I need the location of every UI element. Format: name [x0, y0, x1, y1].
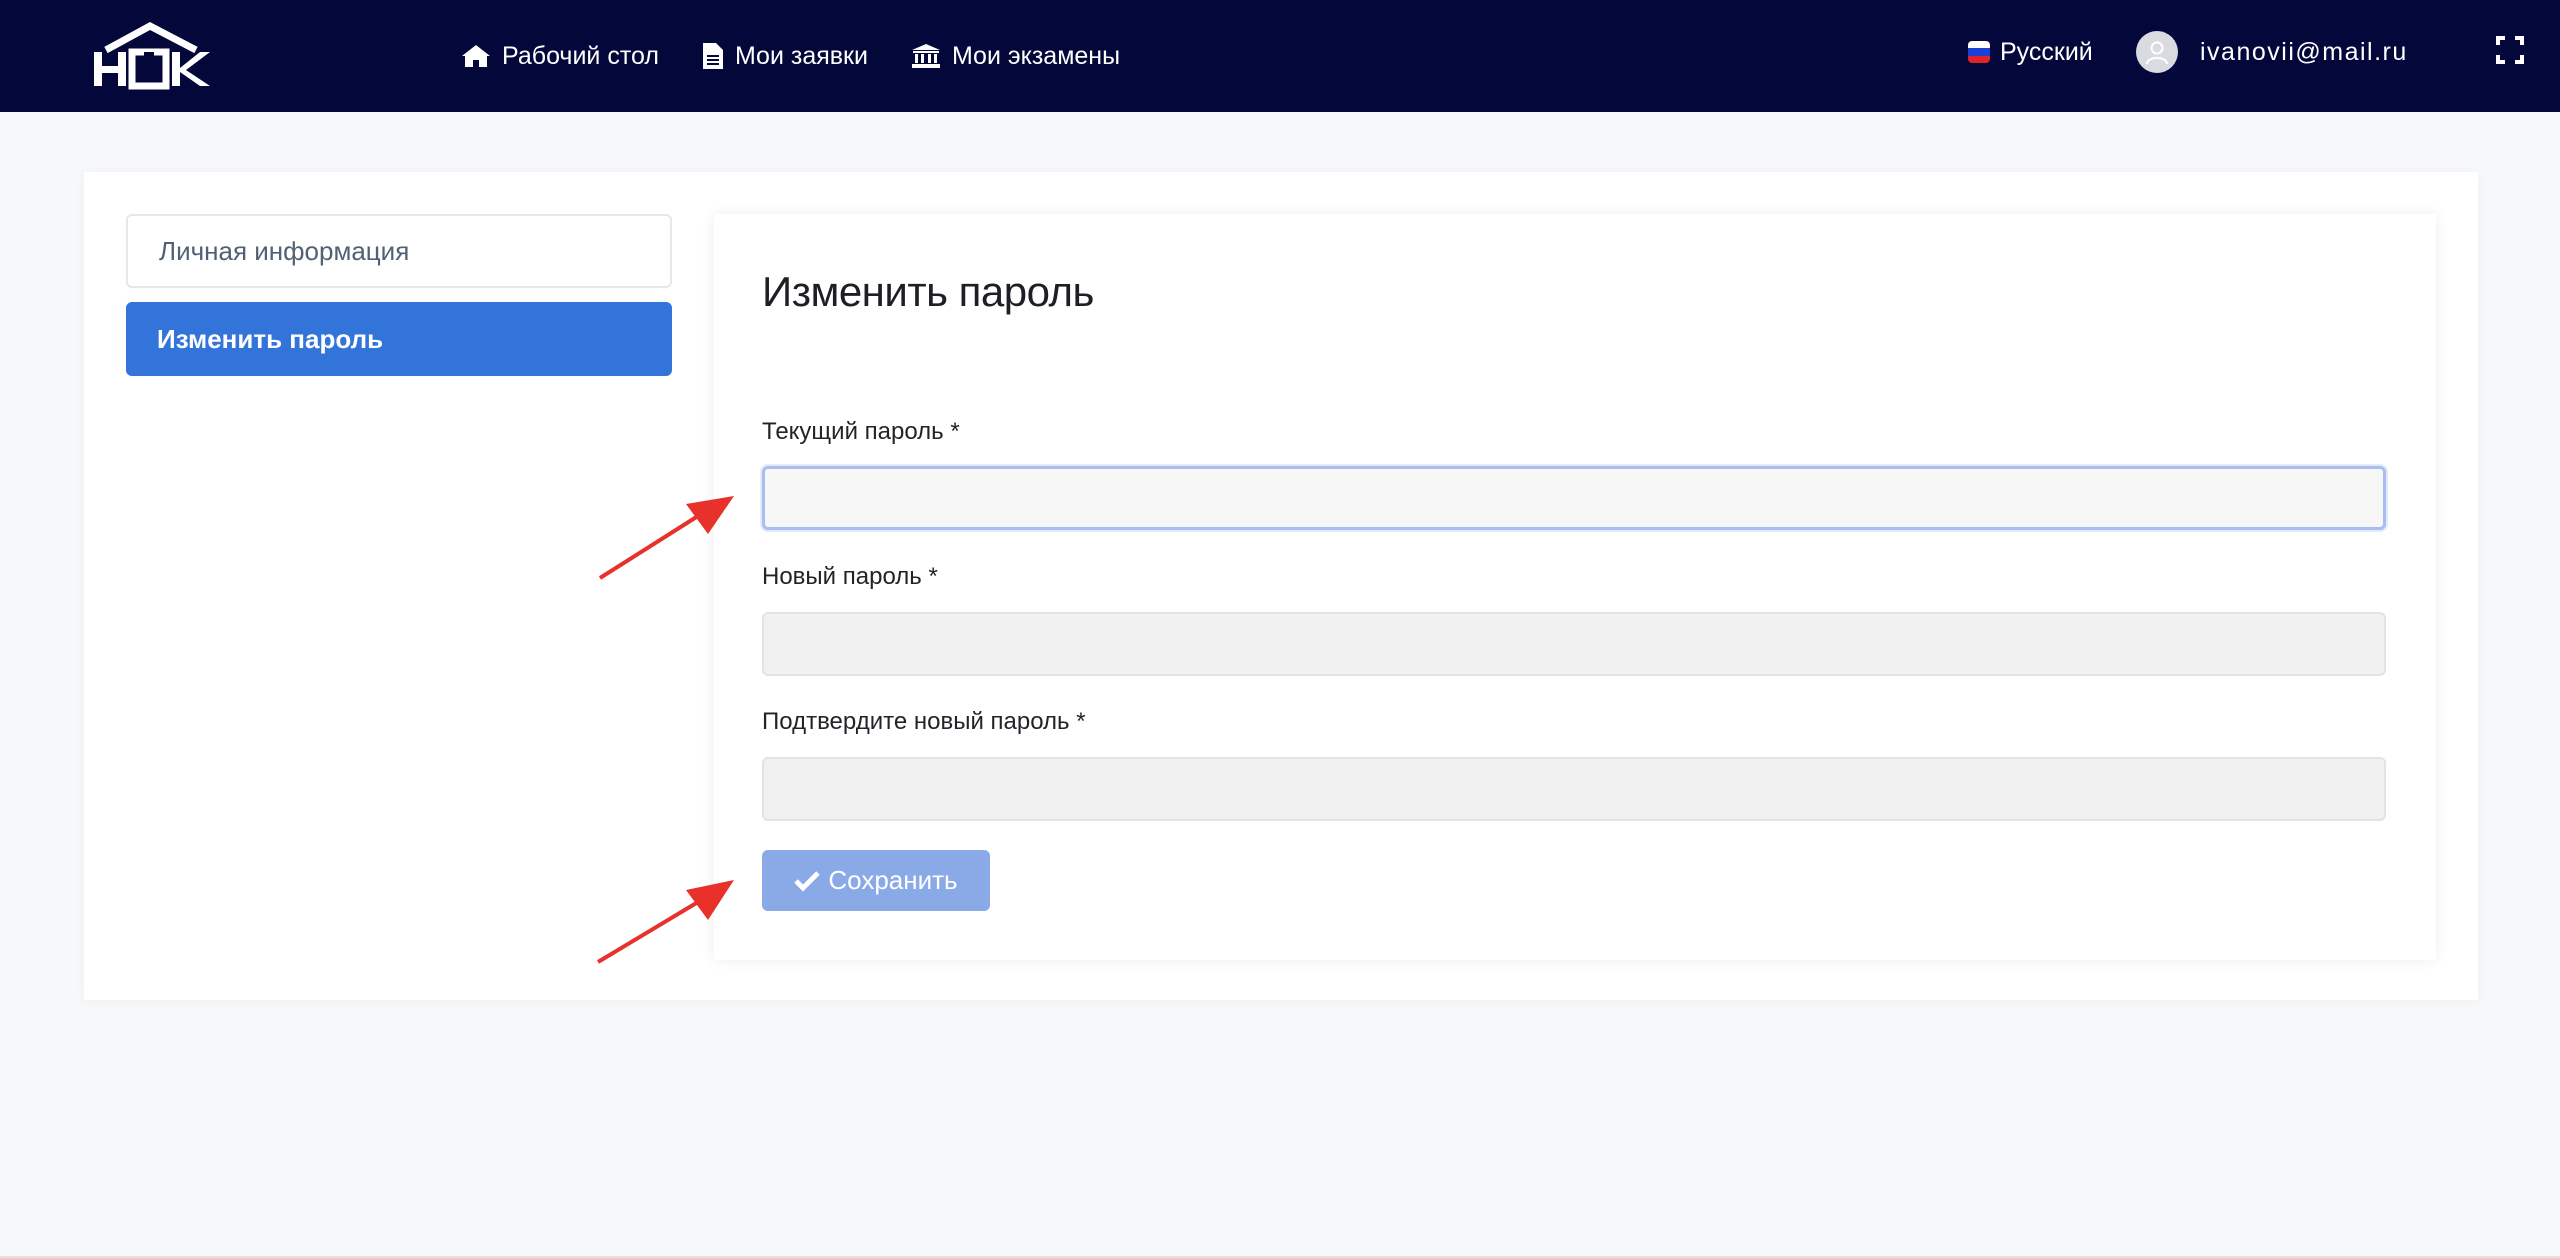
annotation-arrow-2 — [596, 880, 734, 964]
confirm-password-label: Подтвердите новый пароль * — [762, 708, 1086, 735]
sidebar-item-personal-info[interactable]: Личная информация — [126, 214, 672, 288]
page-title: Изменить пароль — [762, 268, 1094, 315]
user-menu[interactable]: ivanovii@mail.ru — [2136, 0, 2408, 104]
language-label: Русский — [2000, 37, 2093, 66]
save-button[interactable]: Сохранить — [762, 850, 990, 911]
new-password-label: Новый пароль * — [762, 563, 938, 590]
current-password-input[interactable] — [762, 466, 2386, 530]
new-password-input[interactable] — [762, 612, 2386, 676]
save-button-label: Сохранить — [828, 865, 958, 895]
change-password-form — [714, 214, 2436, 960]
language-selector[interactable]: Русский — [1968, 0, 2093, 104]
current-password-label: Текущий пароль * — [762, 418, 960, 445]
annotation-arrow-1 — [598, 496, 734, 580]
confirm-password-input[interactable] — [762, 757, 2386, 821]
user-email: ivanovii@mail.ru — [2200, 37, 2408, 66]
sidebar-item-label: Изменить пароль — [157, 323, 384, 354]
nav-item-my-exams[interactable]: Мои экзамены — [911, 41, 1121, 71]
russia-flag-icon — [1968, 41, 1990, 63]
nav-item-label: Мои экзамены — [951, 41, 1121, 70]
nav-item-my-applications[interactable]: Мои заявки — [702, 41, 868, 71]
nav-item-label: Мои заявки — [734, 41, 868, 70]
user-avatar-icon — [2136, 31, 2178, 73]
check-icon — [794, 870, 821, 892]
institution-icon — [911, 44, 940, 68]
top-navbar: Рабочий стол Мои заявки Мои экзамены Рус… — [0, 0, 2560, 112]
home-icon — [462, 45, 490, 67]
nav-item-label: Рабочий стол — [502, 41, 659, 70]
sidebar-item-change-password[interactable]: Изменить пароль — [126, 302, 672, 376]
logo[interactable] — [92, 22, 212, 90]
nav-item-dashboard[interactable]: Рабочий стол — [462, 42, 659, 71]
sidebar-item-label: Личная информация — [159, 235, 410, 266]
document-icon — [702, 43, 723, 69]
expand-icon[interactable] — [2496, 36, 2524, 64]
